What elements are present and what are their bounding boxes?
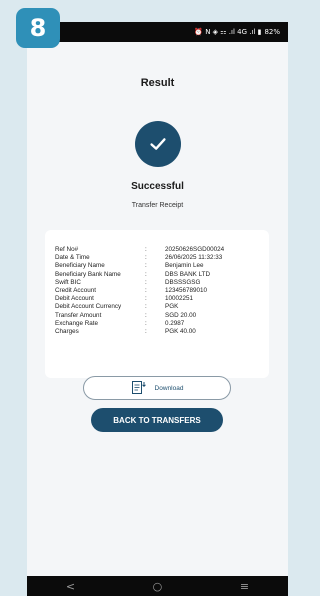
navigation-bar: < ○ ≡	[27, 576, 288, 596]
status-title: Successful	[131, 181, 184, 192]
nav-back-icon[interactable]: <	[66, 580, 75, 593]
step-badge: 8	[16, 8, 60, 48]
detail-row: Date & Time: 26/06/2025 11:32:33	[55, 254, 261, 262]
detail-value: DBS BANK LTD	[165, 270, 211, 278]
download-button[interactable]: Download	[83, 376, 231, 400]
detail-value: PGK	[165, 303, 179, 311]
detail-row: Debit Account: 10002251	[55, 295, 261, 303]
detail-row: Swift BIC: DBSSSGSG	[55, 279, 261, 287]
detail-label: Beneficiary Name	[55, 262, 105, 270]
detail-separator: :	[145, 328, 147, 336]
back-to-transfers-button[interactable]: BACK TO TRANSFERS	[91, 408, 223, 432]
detail-separator: :	[145, 295, 147, 303]
detail-row: Beneficiary Name: Benjamin Lee	[55, 262, 261, 270]
detail-row: Exchange Rate: 0.2987	[55, 320, 261, 328]
detail-label: Charges	[55, 328, 79, 336]
download-label: Download	[154, 384, 184, 392]
battery-level: 82%	[264, 28, 280, 36]
detail-value: 26/06/2025 11:32:33	[165, 254, 223, 262]
detail-label: Beneficiary Bank Name	[55, 270, 121, 278]
nav-home-icon[interactable]: ○	[153, 580, 163, 593]
detail-label: Exchange Rate	[55, 319, 99, 327]
detail-value: SGD 20.00	[165, 311, 197, 319]
check-icon	[134, 121, 181, 167]
detail-separator: :	[145, 303, 147, 311]
status-icons: ⏰ N ◈ ⚏ .ıl 4G .ıl ▮	[194, 28, 262, 36]
detail-value: 123456789010	[165, 287, 208, 295]
detail-label: Debit Account	[55, 295, 94, 303]
detail-separator: :	[145, 262, 147, 270]
detail-row: Ref No#: 20250626SGD00024	[55, 246, 261, 254]
receipt-download-icon	[131, 380, 147, 397]
detail-label: Ref No#	[55, 246, 79, 253]
detail-separator: :	[145, 278, 147, 286]
detail-row: Transfer Amount: SGD 20.00	[55, 312, 261, 320]
detail-value: Benjamin Lee	[165, 262, 204, 270]
receipt-card: Ref No#: 20250626SGD00024 Date & Time: 26/…	[45, 230, 269, 378]
detail-row: Beneficiary Bank Name: DBS BANK LTD	[55, 271, 261, 279]
detail-row: Debit Account Currency: PGK	[55, 303, 261, 311]
detail-separator: :	[145, 246, 147, 253]
page-title: Result	[140, 77, 175, 89]
detail-label: Date & Time	[55, 254, 90, 262]
detail-value: 10002251	[165, 295, 194, 303]
phone-screen: ⏰ N ◈ ⚏ .ıl 4G .ıl ▮ 82% Result Successf…	[27, 22, 288, 596]
detail-separator: :	[145, 319, 147, 327]
detail-label: Swift BIC	[55, 278, 81, 286]
detail-separator: :	[145, 254, 147, 262]
receipt-subtitle: Transfer Receipt	[131, 202, 184, 209]
detail-label: Transfer Amount	[55, 311, 102, 319]
detail-value: PGK 40.00	[165, 328, 196, 336]
detail-value: 20250626SGD00024	[165, 246, 225, 253]
nav-menu-icon[interactable]: ≡	[240, 580, 249, 593]
detail-separator: :	[145, 287, 147, 295]
detail-label: Credit Account	[55, 287, 96, 295]
detail-separator: :	[145, 270, 147, 278]
detail-separator: :	[145, 311, 147, 319]
detail-row: Credit Account: 123456789010	[55, 287, 261, 295]
detail-value: DBSSSGSG	[165, 278, 201, 286]
detail-label: Debit Account Currency	[55, 303, 122, 311]
status-bar: ⏰ N ◈ ⚏ .ıl 4G .ıl ▮ 82%	[27, 22, 288, 42]
detail-value: 0.2987	[165, 319, 185, 327]
detail-row: Charges: PGK 40.00	[55, 328, 261, 336]
